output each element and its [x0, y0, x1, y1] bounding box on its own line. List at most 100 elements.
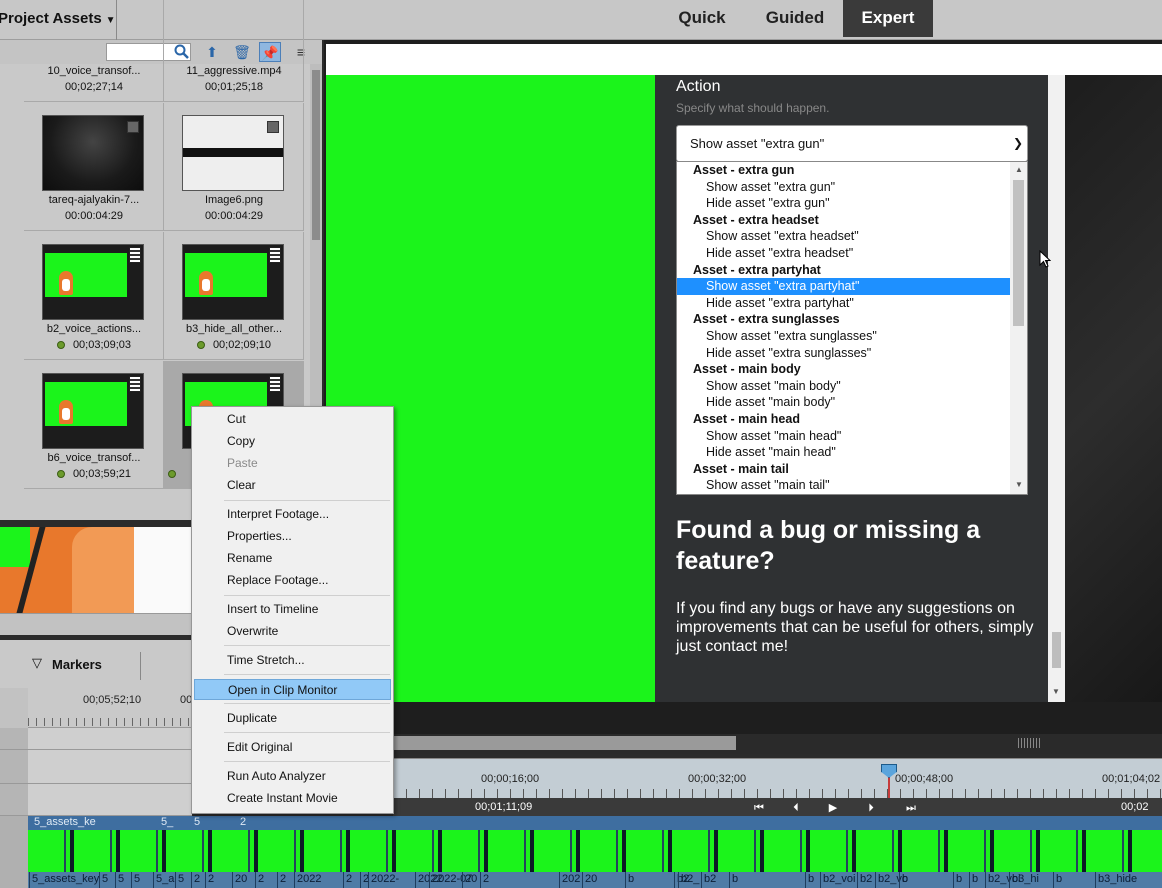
clip-label: b — [808, 873, 815, 885]
clip-divider — [953, 872, 954, 888]
monitor-scrubber[interactable] — [324, 734, 1162, 754]
mouse-cursor-icon — [1039, 250, 1051, 268]
track — [28, 728, 192, 750]
clip-label: 5_a — [156, 873, 175, 885]
clip-divider — [191, 872, 192, 888]
clip-label: 5 — [134, 873, 141, 885]
clip-label: 20 — [585, 873, 598, 885]
dropdown-option[interactable]: Show asset "main body" — [677, 378, 1011, 395]
clip-label: b — [972, 873, 979, 885]
go-to-end-icon[interactable]: ⏭ — [902, 799, 920, 817]
menu-item-rename[interactable]: Rename — [194, 548, 391, 569]
clip-label: b — [902, 873, 909, 885]
clip-label: 5 — [118, 873, 125, 885]
tab-expert[interactable]: Expert — [843, 0, 933, 37]
menu-item-run-auto-analyzer[interactable]: Run Auto Analyzer — [194, 766, 391, 787]
dropdown-option[interactable]: Show asset "extra headset" — [677, 228, 1011, 245]
menu-item-clear[interactable]: Clear — [194, 475, 391, 496]
menu-item-insert-to-timeline[interactable]: Insert to Timeline — [194, 599, 391, 620]
menu-item-interpret-footage[interactable]: Interpret Footage... — [194, 504, 391, 525]
asset-item[interactable]: 10_voice_transof... 00;02;27;14 — [24, 0, 164, 102]
clip-label: b3_hide — [1098, 873, 1138, 885]
asset-name: 11_aggressive.mp4 — [186, 65, 282, 77]
action-dropdown-list[interactable]: Asset - extra gun Show asset "extra gun" H… — [676, 161, 1028, 495]
clip-label: 2 — [483, 873, 490, 885]
asset-item[interactable]: tareq-ajalyakin-7... 00:00:04:29 — [24, 103, 164, 231]
timeline-ruler[interactable]: 00;00;16;00 00;00;32;00 00;00;48;00 00;0… — [393, 758, 1162, 799]
dropdown-option[interactable]: Show asset "main head" — [677, 428, 1011, 445]
tab-guided[interactable]: Guided — [752, 0, 838, 37]
end-time: 00;02 — [1121, 801, 1149, 813]
clip-divider — [1053, 872, 1054, 888]
menu-item-edit-original[interactable]: Edit Original — [194, 737, 391, 758]
clip-divider — [131, 872, 132, 888]
clip-divider — [462, 872, 463, 888]
dropdown-option[interactable]: Hide asset "extra gun" — [677, 195, 1011, 212]
clip-label: b2 — [704, 873, 717, 885]
action-select[interactable]: Show asset "extra gun" ❯ — [676, 125, 1028, 162]
markers-dropdown[interactable]: Markers — [52, 657, 102, 672]
menu-item-replace-footage[interactable]: Replace Footage... — [194, 570, 391, 591]
dropdown-option[interactable]: Show asset "extra sunglasses" — [677, 328, 1011, 345]
dropdown-scrollbar[interactable]: ▲ ▼ — [1010, 162, 1027, 494]
clip-label: b3_hi — [1012, 873, 1039, 885]
scrubber-bar[interactable] — [392, 736, 736, 750]
clip-divider — [857, 872, 858, 888]
asset-item[interactable]: b3_hide_all_other... 00;02;09;10 — [164, 232, 304, 360]
asset-duration: 00;03;09;03 — [24, 339, 164, 351]
dropdown-option[interactable]: Hide asset "extra headset" — [677, 245, 1011, 262]
clip-label: b — [956, 873, 963, 885]
menu-item-cut[interactable]: Cut — [194, 409, 391, 430]
clip-divider — [969, 872, 970, 888]
track-header — [0, 816, 28, 888]
dropdown-option[interactable]: Hide asset "main head" — [677, 444, 1011, 461]
menu-separator — [224, 732, 390, 733]
clip-divider — [985, 872, 986, 888]
track-header — [0, 750, 28, 784]
status-dot-icon — [196, 341, 205, 349]
dropdown-option-selected[interactable]: Show asset "extra partyhat" — [677, 278, 1011, 295]
clip-top-labels: 5_assets_ke 5_ 5 2 — [28, 816, 1162, 830]
asset-duration: 00;02;27;14 — [64, 81, 124, 93]
menu-item-time-stretch[interactable]: Time Stretch... — [194, 650, 391, 671]
film-icon — [269, 376, 281, 392]
divider — [140, 652, 141, 680]
asset-thumbnail — [42, 244, 144, 320]
menu-item-overwrite[interactable]: Overwrite — [194, 621, 391, 642]
action-select-value: Show asset "extra gun" — [690, 136, 825, 151]
clip-divider — [153, 872, 154, 888]
menu-item-properties[interactable]: Properties... — [194, 526, 391, 547]
asset-name: b2_voice_actions... — [46, 323, 142, 335]
dropdown-option[interactable]: Hide asset "extra partyhat" — [677, 295, 1011, 312]
scroll-down-icon[interactable]: ▼ — [1052, 687, 1060, 696]
asset-item[interactable]: Image6.png 00:00:04:29 — [164, 103, 304, 231]
dropdown-option[interactable]: Hide asset "extra sunglasses" — [677, 345, 1011, 362]
menu-separator — [224, 500, 390, 501]
dropdown-option[interactable]: Hide asset "main body" — [677, 394, 1011, 411]
asset-item[interactable]: 11_aggressive.mp4 00;01;25;18 — [164, 0, 304, 102]
menu-item-duplicate[interactable]: Duplicate — [194, 708, 391, 729]
asset-item[interactable]: b2_voice_actions... 00;03;09;03 — [24, 232, 164, 360]
play-icon[interactable]: ▶ — [824, 799, 842, 817]
asset-name: Image6.png — [204, 194, 264, 206]
step-back-icon[interactable]: ⏴ — [787, 799, 805, 817]
tab-quick[interactable]: Quick — [662, 0, 742, 37]
clip-label: 2022 — [297, 873, 322, 885]
clip-divider — [582, 872, 583, 888]
go-to-start-icon[interactable]: ⏮ — [750, 799, 768, 817]
dropdown-option[interactable]: Show asset "extra gun" — [677, 179, 1011, 196]
menu-item-create-instant-movie[interactable]: Create Instant Movie — [194, 788, 391, 809]
web-scrollbar[interactable]: ▼ — [1048, 75, 1065, 702]
grip-icon[interactable] — [1018, 738, 1040, 748]
menu-item-open-in-clip-monitor[interactable]: Open in Clip Monitor — [194, 679, 391, 700]
clip-divider — [99, 872, 100, 888]
web-settings-panel: Action Specify what should happen. Show … — [655, 75, 1048, 702]
dropdown-option[interactable]: Show asset "main tail" — [677, 477, 1011, 494]
clip-thumbnail-strip[interactable] — [28, 830, 1162, 872]
scroll-down-icon[interactable]: ▼ — [1015, 480, 1023, 489]
ruler-time: 00;05;52;10 — [83, 694, 142, 706]
clip-divider — [701, 872, 702, 888]
scroll-up-icon[interactable]: ▲ — [1015, 165, 1023, 174]
step-forward-icon[interactable]: ⏵ — [862, 799, 880, 817]
menu-item-copy[interactable]: Copy — [194, 431, 391, 452]
